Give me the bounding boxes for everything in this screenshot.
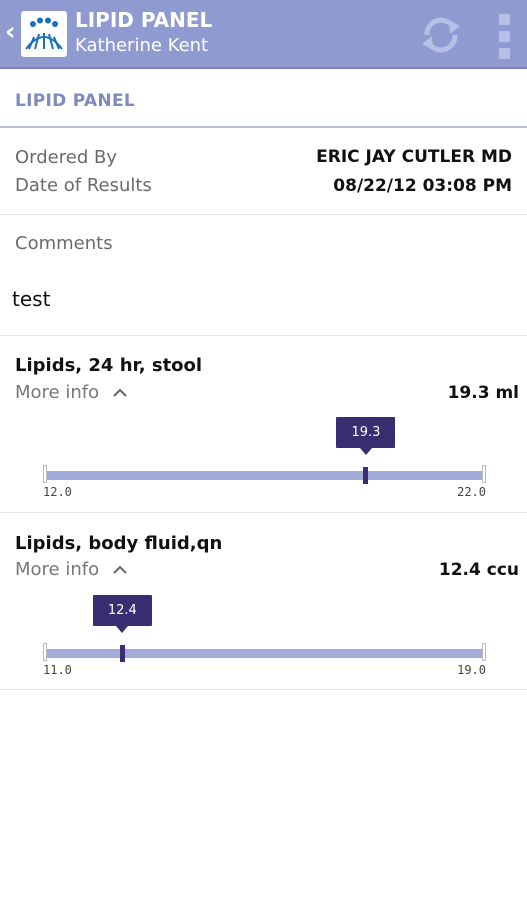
- test-name: Lipids, 24 hr, stool: [15, 355, 203, 376]
- range-low-cap: [43, 465, 47, 483]
- value-bubble: 19.3: [336, 417, 396, 455]
- brand-logo-icon[interactable]: [21, 11, 67, 57]
- range-high-cap: [482, 465, 486, 483]
- range-low-label: 12.0: [43, 485, 72, 499]
- divider: [0, 214, 527, 215]
- test-result-value: 19.3 ml: [447, 383, 519, 403]
- action-bar: ‹ LIPID PANEL Katherine Kent: [0, 0, 527, 69]
- back-icon[interactable]: ‹: [5, 17, 16, 47]
- range-high-cap: [482, 643, 486, 661]
- reference-range-bar: 19.3 12.0 22.0: [43, 417, 486, 499]
- refresh-icon[interactable]: [418, 12, 464, 58]
- date-of-results-label: Date of Results: [15, 175, 152, 196]
- overflow-menu-icon[interactable]: [494, 10, 514, 60]
- patient-name: Katherine Kent: [75, 35, 209, 56]
- test-result-value: 12.4 ccu: [438, 560, 519, 580]
- app-title: LIPID PANEL: [75, 8, 213, 32]
- divider: [0, 689, 527, 690]
- range-high-label: 19.0: [457, 663, 486, 677]
- more-info-toggle[interactable]: More info: [15, 382, 127, 404]
- test-name: Lipids, body fluid,qn: [15, 533, 223, 554]
- comments-label: Comments: [15, 233, 113, 254]
- chevron-up-icon: [113, 388, 127, 397]
- section-heading: LIPID PANEL: [15, 91, 136, 111]
- section-header: LIPID PANEL: [0, 70, 527, 128]
- comment-text: test: [12, 287, 51, 311]
- value-bubble: 12.4: [92, 595, 152, 633]
- range-track: [45, 471, 484, 480]
- reference-range-bar: 12.4 11.0 19.0: [43, 595, 486, 677]
- ordered-by-label: Ordered By: [15, 147, 117, 168]
- date-of-results-value: 08/22/12 03:08 PM: [333, 176, 512, 196]
- value-marker: [119, 645, 125, 662]
- range-low-label: 11.0: [43, 663, 72, 677]
- value-marker: [363, 467, 369, 484]
- ordered-by-value: ERIC JAY CUTLER MD: [316, 147, 512, 167]
- range-high-label: 22.0: [457, 485, 486, 499]
- range-track: [45, 649, 484, 658]
- more-info-label: More info: [15, 559, 100, 580]
- more-info-label: More info: [15, 382, 100, 403]
- more-info-toggle[interactable]: More info: [15, 559, 127, 581]
- divider: [0, 512, 527, 513]
- chevron-up-icon: [113, 565, 127, 574]
- range-low-cap: [43, 643, 47, 661]
- divider: [0, 335, 527, 336]
